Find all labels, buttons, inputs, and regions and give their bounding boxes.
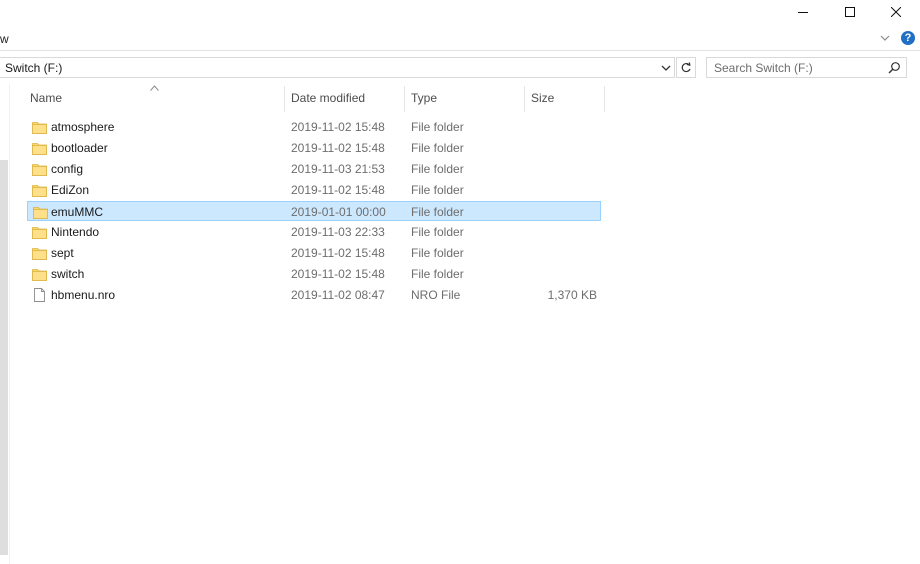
help-icon: ?	[904, 32, 912, 44]
folder-icon	[32, 227, 47, 239]
file-name: EdiZon	[51, 183, 90, 197]
column-header-name-label: Name	[30, 91, 63, 105]
column-header-date-label: Date modified	[291, 91, 366, 105]
file-size: 1,370 KB	[547, 288, 597, 302]
file-row[interactable]: hbmenu.nro 2019-11-02 08:47 NRO File 1,370 …	[27, 285, 601, 305]
file-name: config	[51, 162, 84, 176]
file-size	[524, 222, 597, 242]
address-dropdown-chevron-icon[interactable]	[660, 62, 672, 74]
file-row[interactable]: emuMMC 2019-01-01 00:00 File folder	[27, 201, 601, 221]
help-button[interactable]: ?	[901, 31, 915, 45]
file-date-modified: 2019-01-01 00:00	[291, 205, 386, 219]
file-icon	[34, 288, 45, 302]
navigation-pane-scrollbar[interactable]	[0, 160, 8, 555]
file-name: Nintendo	[51, 225, 100, 239]
file-date-modified: 2019-11-02 15:48	[291, 246, 385, 260]
minimize-button[interactable]	[780, 0, 826, 24]
address-path[interactable]: Switch (F:)	[5, 61, 62, 75]
column-header-date-modified[interactable]: Date modified	[285, 86, 404, 110]
folder-icon	[33, 207, 48, 219]
folder-icon	[32, 185, 47, 197]
refresh-button[interactable]	[676, 57, 696, 78]
file-row[interactable]: bootloader 2019-11-02 15:48 File folder	[27, 138, 601, 158]
search-icon[interactable]	[888, 61, 901, 74]
close-button[interactable]	[873, 0, 919, 24]
ribbon-divider	[0, 50, 920, 51]
file-type: File folder	[411, 267, 464, 281]
file-name: switch	[51, 267, 85, 281]
file-type: File folder	[411, 246, 464, 260]
column-header-type[interactable]: Type	[405, 86, 524, 110]
file-date-modified: 2019-11-03 22:33	[291, 225, 385, 239]
file-type: File folder	[411, 205, 464, 219]
file-name: hbmenu.nro	[51, 288, 116, 302]
file-size	[524, 159, 597, 179]
folder-icon	[32, 122, 47, 134]
file-row[interactable]: EdiZon 2019-11-02 15:48 File folder	[27, 180, 601, 200]
search-box[interactable]	[706, 57, 907, 78]
address-bar[interactable]: Switch (F:)	[0, 57, 675, 78]
file-type: File folder	[411, 225, 464, 239]
column-header-size-label: Size	[531, 91, 555, 105]
file-row[interactable]: switch 2019-11-02 15:48 File folder	[27, 264, 601, 284]
folder-icon	[32, 269, 47, 281]
column-header-size[interactable]: Size	[525, 86, 604, 110]
column-header-name[interactable]: Name	[24, 86, 284, 110]
file-row[interactable]: atmosphere 2019-11-02 15:48 File folder	[27, 117, 601, 137]
maximize-button[interactable]	[827, 0, 873, 24]
file-date-modified: 2019-11-02 15:48	[291, 183, 385, 197]
file-type: File folder	[411, 162, 464, 176]
file-row[interactable]: Nintendo 2019-11-03 22:33 File folder	[27, 222, 601, 242]
folder-icon	[32, 164, 47, 176]
file-size	[524, 243, 597, 263]
file-date-modified: 2019-11-02 15:48	[291, 120, 385, 134]
file-name: sept	[51, 246, 74, 260]
ribbon-tab-view[interactable]: w	[0, 32, 9, 46]
file-date-modified: 2019-11-02 08:47	[291, 288, 385, 302]
file-row[interactable]: sept 2019-11-02 15:48 File folder	[27, 243, 601, 263]
file-type: File folder	[411, 141, 464, 155]
search-input[interactable]	[707, 58, 884, 77]
file-name: atmosphere	[51, 120, 115, 134]
column-header-type-label: Type	[411, 91, 438, 105]
column-divider[interactable]	[604, 86, 605, 112]
minimize-icon	[798, 12, 808, 13]
file-date-modified: 2019-11-03 21:53	[291, 162, 385, 176]
file-size	[524, 180, 597, 200]
file-name: bootloader	[51, 141, 108, 155]
expand-ribbon-chevron-icon[interactable]	[878, 31, 892, 45]
file-size	[524, 202, 597, 222]
file-type: File folder	[411, 183, 464, 197]
folder-icon	[32, 143, 47, 155]
folder-icon	[32, 248, 47, 260]
file-date-modified: 2019-11-02 15:48	[291, 141, 385, 155]
file-type: File folder	[411, 120, 464, 134]
file-date-modified: 2019-11-02 15:48	[291, 267, 385, 281]
file-size	[524, 138, 597, 158]
file-name: emuMMC	[51, 205, 104, 219]
maximize-icon	[845, 7, 855, 17]
refresh-icon	[681, 61, 691, 72]
file-type: NRO File	[411, 288, 461, 302]
file-row[interactable]: config 2019-11-03 21:53 File folder	[27, 159, 601, 179]
file-size	[524, 117, 597, 137]
file-size	[524, 264, 597, 284]
close-icon	[891, 7, 901, 17]
